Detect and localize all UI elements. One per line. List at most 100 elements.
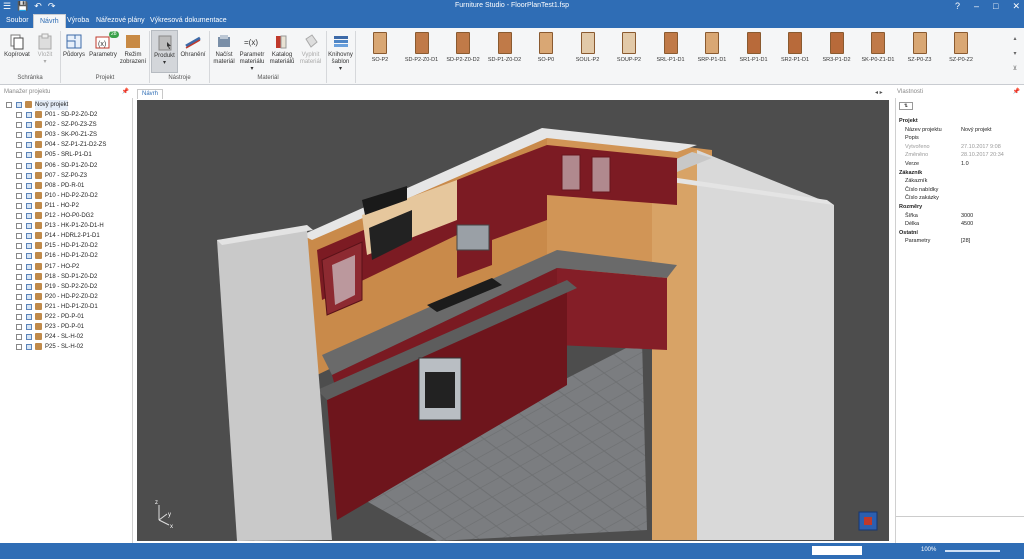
tree-item[interactable]: P01 - SD-P2-Z0-D2 [0, 110, 132, 120]
help-icon[interactable]: ? [955, 0, 960, 12]
gallery-down-icon[interactable]: ▾ [1010, 47, 1020, 62]
expand-toggle[interactable] [16, 142, 22, 149]
visibility-checkbox[interactable] [26, 182, 32, 189]
tree-item[interactable]: P17 - HO-P2 [0, 262, 132, 272]
template-item[interactable]: SRL-P1-D1 [651, 32, 691, 63]
property-row[interactable]: Číslo zakázky [905, 194, 961, 202]
template-library-button[interactable]: Knihovny šablon ▾ [327, 33, 354, 73]
template-item[interactable]: SZ-P0-Z2 [941, 32, 981, 63]
tree-item[interactable]: P20 - HD-P2-Z0-D2 [0, 292, 132, 302]
tree-item[interactable]: P23 - PD-P-01 [0, 322, 132, 332]
tree-item[interactable]: P14 - HDRL2-P1-D1 [0, 231, 132, 241]
property-row[interactable]: Číslo nabídky [905, 186, 961, 194]
expand-toggle[interactable] [16, 293, 22, 300]
tree-item[interactable]: P19 - SD-P2-Z0-D2 [0, 282, 132, 292]
property-row[interactable]: Parametry [28] [905, 237, 970, 245]
template-item[interactable]: SR3-P1-D2 [817, 32, 857, 63]
tab-navrh-view[interactable]: Návrh [137, 89, 164, 99]
expand-toggle[interactable] [16, 344, 22, 351]
tab-narezove-plany[interactable]: Nářezové plány [90, 14, 151, 28]
tree-item[interactable]: P10 - HD-P2-Z0-D2 [0, 191, 132, 201]
property-row[interactable]: Délka 4500 [905, 220, 973, 228]
expand-toggle[interactable] [16, 283, 22, 290]
property-row[interactable]: Zákazník [905, 177, 961, 185]
visibility-checkbox[interactable] [26, 293, 32, 300]
property-row[interactable]: Vytvořeno 27.10.2017 9:08 [905, 143, 1001, 151]
expand-toggle[interactable] [16, 263, 22, 270]
minimize-button[interactable]: – [974, 0, 979, 12]
tree-item[interactable]: P15 - HD-P1-Z0-D2 [0, 241, 132, 251]
visibility-checkbox[interactable] [26, 344, 32, 351]
fill-material-button[interactable]: Vyplnit materiál [297, 33, 324, 66]
3d-viewport[interactable]: z x y [137, 100, 889, 541]
expand-toggle[interactable] [16, 273, 22, 280]
tree-item[interactable]: P08 - PD-R-01 [0, 181, 132, 191]
view-cube-icon[interactable] [858, 511, 878, 531]
visibility-checkbox[interactable] [26, 273, 32, 280]
tree-item[interactable]: P04 - SZ-P1-Z1-D2-ZS [0, 140, 132, 150]
visibility-checkbox[interactable] [26, 243, 32, 250]
tree-item[interactable]: P24 - SL-H-02 [0, 332, 132, 342]
tab-vykresova-dokumentace[interactable]: Výkresová dokumentace [144, 14, 233, 28]
visibility-checkbox[interactable] [26, 263, 32, 270]
pin-icon[interactable]: 📌 [1013, 87, 1020, 97]
visibility-checkbox[interactable] [26, 314, 32, 320]
visibility-checkbox[interactable] [26, 112, 32, 118]
tree-item[interactable]: P18 - SD-P1-Z0-D2 [0, 272, 132, 282]
visibility-checkbox[interactable] [26, 233, 32, 240]
property-row[interactable]: Popis [905, 134, 961, 142]
visibility-checkbox[interactable] [26, 132, 32, 139]
visibility-checkbox[interactable] [26, 152, 32, 159]
expand-toggle[interactable] [16, 112, 22, 118]
tree-item[interactable]: P06 - SD-P1-Z0-D2 [0, 161, 132, 171]
parameters-button[interactable]: (x) Parametry 28 [89, 31, 119, 59]
floorplan-button[interactable]: Půdorys [62, 33, 86, 59]
expand-toggle[interactable] [16, 162, 22, 169]
paste-dropdown-icon[interactable]: ▾ [33, 59, 57, 66]
material-parameter-button[interactable]: =(x) Parametr materiálu ▾ [238, 33, 266, 73]
expand-toggle[interactable] [16, 172, 22, 179]
visibility-checkbox[interactable] [26, 162, 32, 169]
template-item[interactable]: SO-P2 [360, 32, 400, 63]
material-parameter-dropdown-icon[interactable]: ▾ [238, 66, 266, 73]
maximize-button[interactable]: □ [993, 0, 998, 12]
close-button[interactable]: ✕ [1012, 0, 1020, 12]
visibility-checkbox[interactable] [26, 142, 32, 149]
visibility-checkbox[interactable] [26, 202, 32, 209]
expand-toggle[interactable] [16, 213, 22, 219]
property-row[interactable]: Změněno 28.10.2017 20:34 [905, 151, 1004, 159]
tab-soubor[interactable]: Soubor [0, 14, 35, 28]
expand-toggle[interactable] [16, 152, 22, 159]
visibility-checkbox[interactable] [26, 283, 32, 290]
template-item[interactable]: SR2-P1-D1 [775, 32, 815, 63]
template-item[interactable]: SR1-P1-D1 [734, 32, 774, 63]
tree-item[interactable]: P03 - SK-P0-Z1-ZS [0, 130, 132, 140]
template-item[interactable]: SRP-P1-D1 [692, 32, 732, 63]
expand-toggle[interactable] [16, 132, 22, 139]
property-row[interactable]: Verze 1.0 [905, 160, 969, 168]
library-dropdown-icon[interactable]: ▾ [327, 66, 354, 73]
template-item[interactable]: SK-P0-Z1-D1 [858, 32, 898, 63]
visibility-checkbox[interactable] [26, 324, 32, 331]
gallery-up-icon[interactable]: ▴ [1010, 32, 1020, 47]
visibility-checkbox[interactable] [26, 303, 32, 310]
load-material-button[interactable]: Načíst materiál [211, 33, 237, 66]
property-row[interactable]: Ostatní [899, 229, 955, 237]
visibility-checkbox[interactable] [26, 334, 32, 341]
expand-toggle[interactable] [16, 122, 22, 129]
expand-toggle[interactable] [16, 324, 22, 331]
tree-item[interactable]: P11 - HO-P2 [0, 201, 132, 211]
visibility-checkbox[interactable] [16, 102, 22, 108]
tree-item[interactable]: P05 - SRL-P1-D1 [0, 150, 132, 160]
template-item[interactable]: SD-P2-Z0-D1 [402, 32, 442, 63]
product-button[interactable]: Produkt ▾ [151, 30, 178, 73]
expand-toggle[interactable] [16, 182, 22, 189]
gallery-expand-icon[interactable]: ⊻ [1010, 62, 1020, 77]
property-row[interactable]: Zákazník [899, 169, 955, 177]
tree-item[interactable]: P21 - HD-P1-Z0-D1 [0, 302, 132, 312]
expand-toggle[interactable] [16, 314, 22, 320]
expand-toggle[interactable] [16, 202, 22, 209]
template-item[interactable]: SOUL-P2 [568, 32, 608, 63]
visibility-checkbox[interactable] [26, 122, 32, 129]
tree-item[interactable]: P25 - SL-H-02 [0, 342, 132, 352]
